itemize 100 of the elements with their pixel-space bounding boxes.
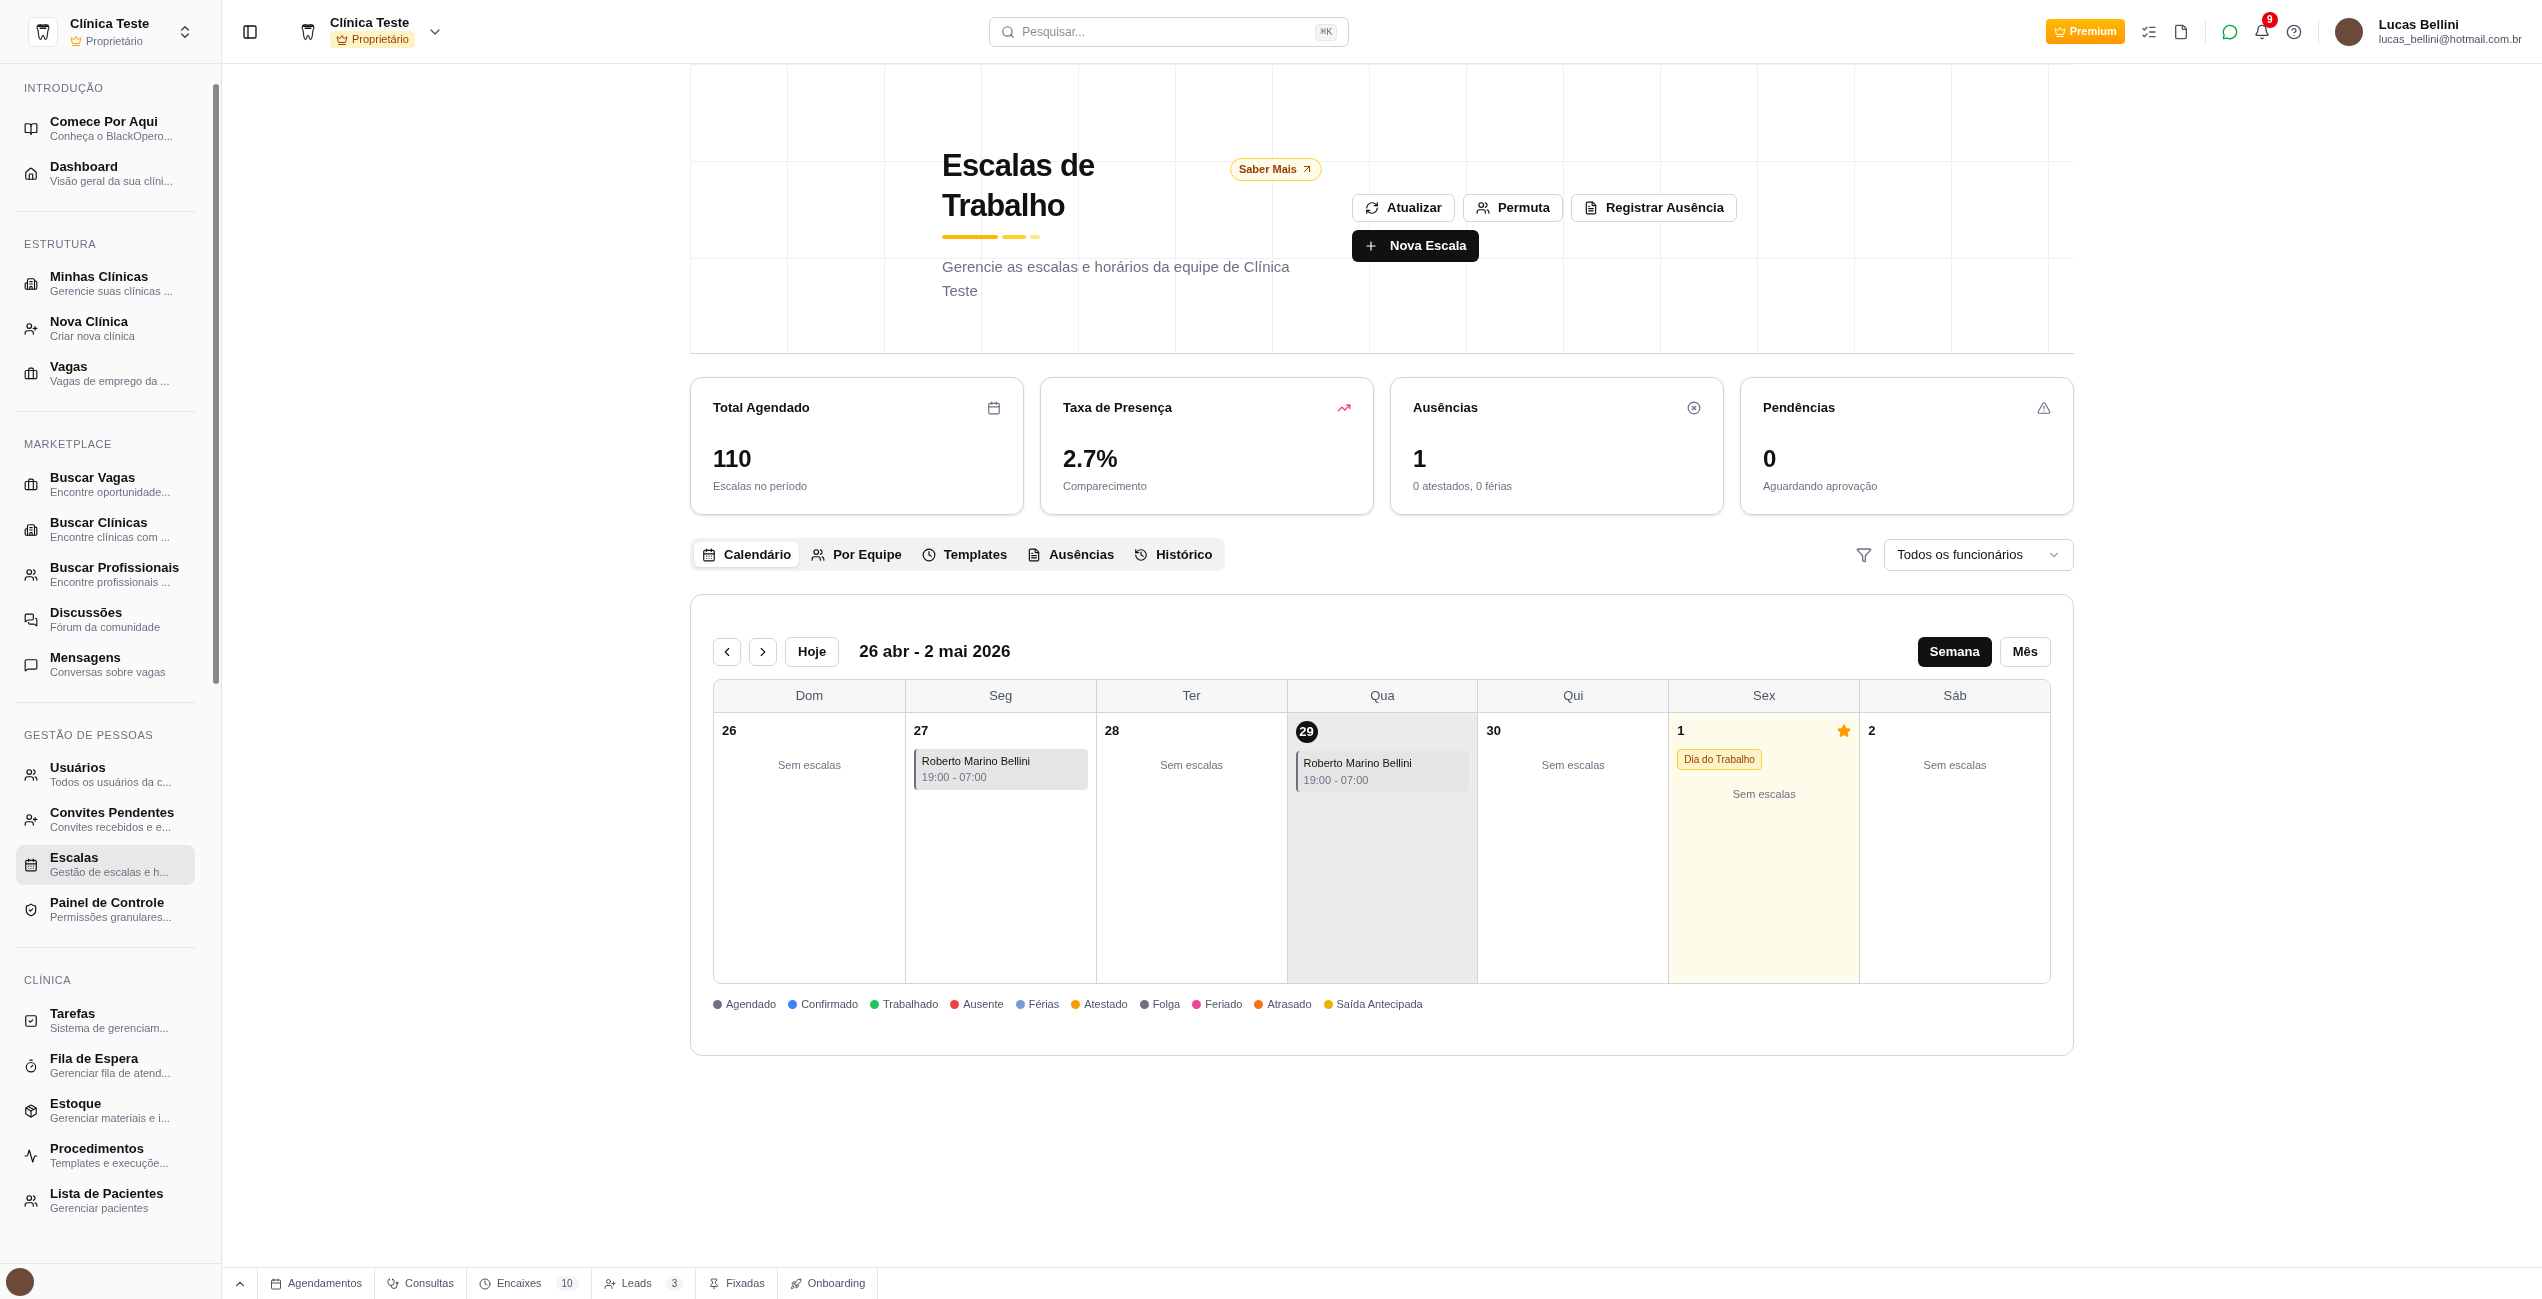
legend-label: Ausente [963, 997, 1004, 1012]
sidebar-item[interactable]: Fila de Espera Gerenciar fila de atend... [16, 1045, 195, 1086]
section-heading: GESTÃO DE PESSOAS [23, 727, 155, 743]
action-button[interactable]: Atualizar [1352, 194, 1455, 222]
employee-filter-dropdown[interactable]: Todos os funcionários [1884, 538, 2074, 571]
item-description: Criar nova clínica [50, 330, 135, 344]
tab[interactable]: Templates [913, 542, 1016, 567]
bottom-bar-tab[interactable]: Leads 3 [591, 1268, 697, 1299]
sidebar-item[interactable]: Discussões Fórum da comunidade [16, 599, 195, 640]
item-title: Lista de Pacientes [50, 1185, 164, 1202]
item-description: Gerencie suas clínicas ... [50, 285, 173, 299]
chat-icon[interactable] [2221, 23, 2238, 40]
tab[interactable]: Ausências [1019, 542, 1123, 567]
document-icon [1027, 547, 1042, 562]
page-subtitle: Gerencie as escalas e horários da equipe de Clínica Teste [942, 256, 1291, 301]
clock-icon [478, 1277, 491, 1290]
rocket-icon [789, 1277, 802, 1290]
role-badge: Proprietário [330, 31, 415, 48]
shift-employee: Roberto Marino Bellini [1303, 756, 1413, 771]
item-title: Buscar Vagas [50, 469, 137, 486]
weekday-header: Sex [1668, 680, 1860, 713]
empty-label: Sem escalas [1159, 757, 1225, 773]
crown-icon [70, 35, 82, 48]
legend-label: Agendado [726, 997, 777, 1012]
sidebar-item[interactable]: Estoque Gerenciar materiais e i... [16, 1090, 195, 1131]
action-button[interactable]: Permuta [1462, 194, 1563, 222]
sidebar-item[interactable]: Buscar Vagas Encontre oportunidade... [16, 464, 195, 505]
weekday-header: Qua [1286, 680, 1478, 713]
tab[interactable]: Por Equipe [803, 542, 910, 567]
learn-more-link[interactable]: Saber Mais [1229, 158, 1322, 181]
item-description: Sistema de gerenciam... [50, 1021, 169, 1036]
legend-label: Férias [1028, 997, 1060, 1012]
stat-title: Pendências [1763, 399, 1836, 417]
sidebar-item[interactable]: Comece Por Aqui Conheça o BlackOpero... [16, 108, 195, 149]
calendar-icon [270, 1277, 282, 1290]
file-icon[interactable] [2172, 23, 2189, 40]
day-cell[interactable]: 2 Sem escalas [1859, 713, 2050, 983]
empty-label: Sem escalas [1731, 786, 1797, 802]
bottom-bar-tab[interactable]: Agendamentos [258, 1268, 375, 1299]
legend-label: Saída Antecipada [1336, 997, 1423, 1012]
user-avatar[interactable] [2334, 17, 2363, 46]
holiday-badge: Dia do Trabalho [1677, 748, 1762, 770]
day-number: 26 [722, 722, 737, 740]
item-description: Vagas de emprego da ... [50, 375, 170, 389]
weekday-header: Qui [1477, 680, 1669, 713]
bottom-bar-tab[interactable]: Onboarding [777, 1268, 879, 1299]
help-icon[interactable] [2285, 23, 2302, 40]
bottom-bar-tab[interactable]: Consultas [375, 1268, 467, 1299]
item-description: Permissões granulares... [50, 911, 172, 925]
stat-caption: 0 atestados, 0 férias [1413, 478, 1514, 494]
sidebar-item[interactable]: Buscar Profissionais Encontre profissionais ... [16, 554, 195, 595]
legend-label: Atrasado [1267, 997, 1312, 1012]
sidebar-item[interactable]: Procedimentos Templates e execuçõe... [16, 1135, 195, 1176]
sidebar-item[interactable]: Dashboard Visão geral da sua clíni... [16, 153, 195, 194]
weekday-header: Dom [714, 680, 905, 713]
refresh-icon [1365, 201, 1379, 215]
bottom-bar-tab[interactable]: Fixadas [696, 1268, 778, 1299]
stethoscope-icon [387, 1277, 399, 1290]
day-number: 29 [1295, 721, 1318, 743]
sidebar-toggle-icon[interactable] [242, 23, 258, 40]
shift-card[interactable]: Roberto Marino Bellini 19:00 - 07:00 [913, 748, 1088, 790]
sidebar-item[interactable]: Minhas Clínicas Gerencie suas clínicas ... [16, 264, 195, 304]
count-badge: 10 [555, 1276, 579, 1291]
item-description: Encontre oportunidade... [50, 485, 171, 500]
day-cell[interactable]: 1 Dia do Trabalho Sem escalas [1668, 713, 1860, 983]
clock-icon [921, 547, 936, 562]
sidebar-item[interactable]: Mensagens Conversas sobre vagas [16, 644, 195, 685]
sidebar-item[interactable]: Lista de Pacientes Gerenciar pacientes [16, 1180, 195, 1221]
tab[interactable]: Calendário [694, 542, 800, 567]
stat-title: Ausências [1413, 399, 1479, 417]
item-description: Gerenciar materiais e i... [50, 1111, 170, 1126]
sidebar-item[interactable]: Escalas Gestão de escalas e h... [16, 845, 195, 885]
pin-icon [708, 1277, 721, 1290]
item-title: Nova Clínica [50, 314, 130, 331]
sidebar-item[interactable]: Convites Pendentes Convites recebidos e e... [16, 800, 195, 840]
tab[interactable]: Histórico [1126, 542, 1221, 567]
view-toggle[interactable]: Semana [1917, 637, 1992, 667]
new-schedule-button[interactable]: Nova Escala [1352, 230, 1479, 262]
sidebar-item[interactable]: Nova Clínica Criar nova clínica [16, 309, 195, 349]
bottom-bar-tab[interactable]: Encaixes 10 [466, 1268, 592, 1299]
item-title: Mensagens [50, 649, 122, 666]
notification-count: 9 [2261, 11, 2278, 28]
sidebar-item[interactable]: Usuários Todos os usuários da c... [16, 755, 195, 795]
item-description: Todos os usuários da c... [50, 776, 172, 790]
user-name: Lucas Bellini [2378, 16, 2460, 33]
shift-card[interactable]: Roberto Marino Bellini 19:00 - 07:00 [1295, 751, 1470, 792]
sidebar-item[interactable]: Painel de Controle Permissões granulares... [16, 890, 195, 930]
day-cell[interactable]: 29 Roberto Marino Bellini 19:00 - 07:00 [1286, 713, 1478, 983]
today-button[interactable]: Hoje [785, 637, 840, 667]
sidebar-item[interactable]: Tarefas Sistema de gerenciam... [16, 1000, 195, 1041]
view-toggle[interactable]: Mês [1999, 637, 2051, 667]
notifications-icon[interactable] [2253, 23, 2270, 40]
action-button[interactable]: Registrar Ausência [1570, 194, 1737, 222]
scrollbar-thumb[interactable] [213, 84, 219, 684]
empty-label: Sem escalas [1540, 757, 1606, 773]
sidebar-item[interactable]: Vagas Vagas de emprego da ... [16, 354, 195, 394]
sidebar-item[interactable]: Buscar Clínicas Encontre clínicas com ... [16, 509, 195, 550]
user-avatar[interactable] [6, 1267, 34, 1296]
section-heading: INTRODUÇÃO [23, 81, 105, 96]
item-description: Encontre clínicas com ... [50, 530, 170, 545]
